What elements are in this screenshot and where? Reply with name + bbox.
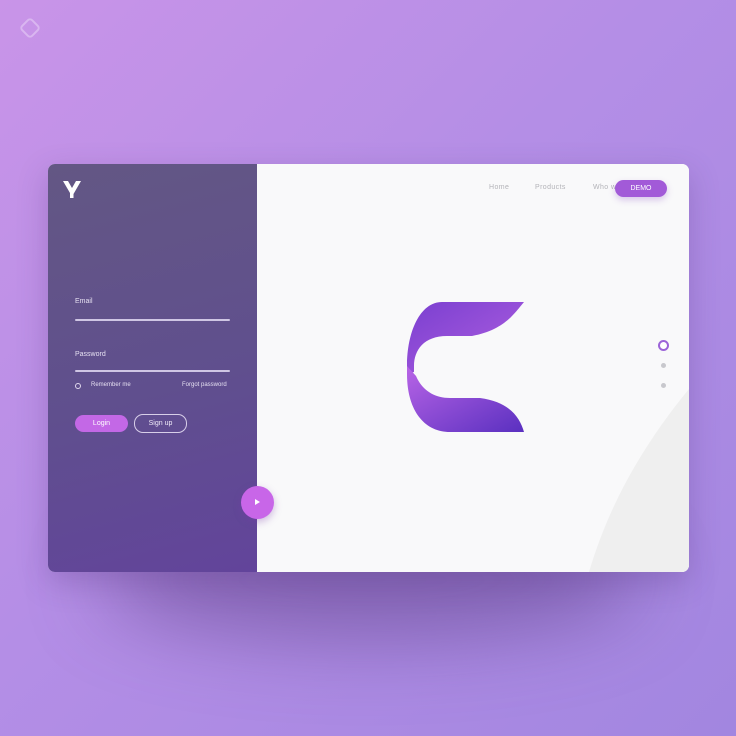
diamond-outline-icon [20, 18, 40, 38]
password-field[interactable] [75, 370, 230, 372]
y-logo-icon[interactable] [61, 178, 83, 200]
forgot-password-link[interactable]: Forgot password [182, 382, 227, 388]
email-field[interactable] [75, 319, 230, 321]
pager-dot[interactable] [661, 383, 666, 388]
play-arrow-icon [255, 499, 260, 505]
login-card: Email Password Remember me Forgot passwo… [48, 164, 689, 572]
nav-products[interactable]: Products [535, 184, 566, 191]
email-label: Email [75, 298, 93, 305]
signup-button[interactable]: Sign up [134, 414, 187, 433]
demo-button[interactable]: DEMO [615, 180, 667, 197]
nav-home[interactable]: Home [489, 184, 509, 191]
pager-dot-active[interactable] [658, 340, 669, 351]
login-panel: Email Password Remember me Forgot passwo… [48, 164, 257, 572]
next-button[interactable] [241, 486, 274, 519]
remember-me-radio[interactable] [75, 383, 81, 389]
remember-me-label: Remember me [91, 382, 131, 388]
pager-dot[interactable] [661, 363, 666, 368]
hero-panel: Home Products Who we are DEMO [257, 164, 689, 572]
password-label: Password [75, 351, 106, 358]
login-button[interactable]: Login [75, 415, 128, 432]
c-logo-icon [407, 302, 524, 432]
